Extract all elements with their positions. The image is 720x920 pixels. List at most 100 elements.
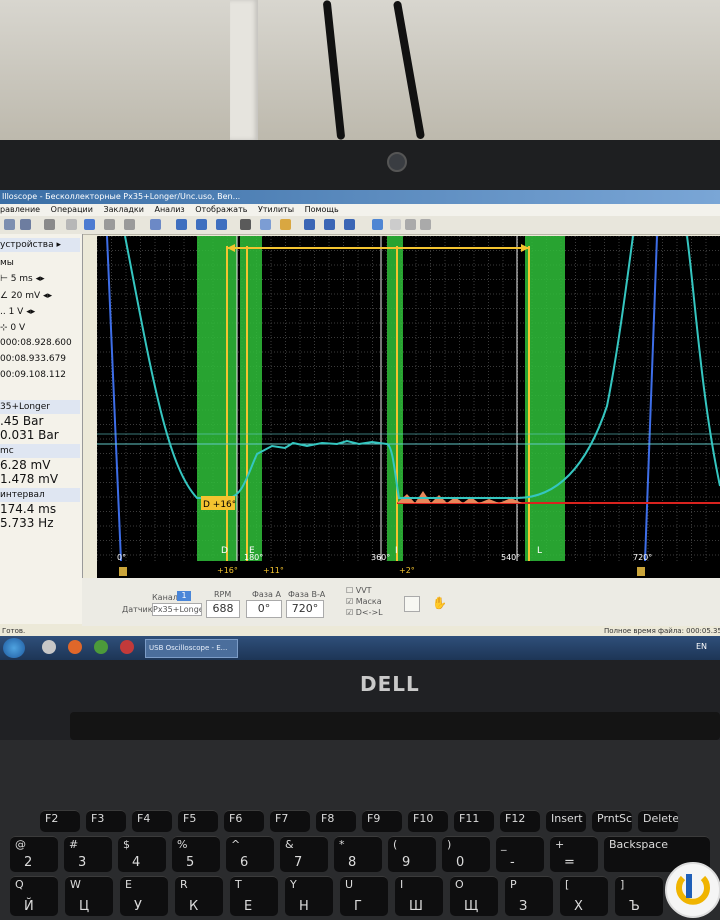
phase-ba-field[interactable]: 720° (286, 600, 324, 618)
checkbox-vvt[interactable]: ☐ VVT (346, 586, 372, 595)
key-q[interactable]: QЙ (10, 876, 58, 916)
key-delete[interactable]: Delete (638, 810, 678, 832)
checkbox-dl[interactable]: ☑ D<->L (346, 608, 383, 617)
menu-item-bookmarks[interactable]: Закладки (103, 205, 143, 214)
toolbar-step-icon[interactable] (324, 219, 335, 230)
key-f3[interactable]: F3 (86, 810, 126, 832)
menu-item-control[interactable]: равление (0, 205, 40, 214)
toolbar-save-icon[interactable] (20, 219, 31, 230)
menu-item-view[interactable]: Отображать (195, 205, 247, 214)
toolbar-undo-icon[interactable] (104, 219, 115, 230)
menu-item-operations[interactable]: Операции (51, 205, 93, 214)
key-f8[interactable]: F8 (316, 810, 356, 832)
phase-line-720 (644, 235, 658, 562)
key-label: & (285, 838, 294, 851)
toolbar-check-icon[interactable] (176, 219, 187, 230)
explorer-icon[interactable] (42, 640, 56, 654)
key-6[interactable]: ^ 6 (226, 836, 274, 872)
toolbar-close-icon[interactable] (405, 219, 416, 230)
key-3[interactable]: #3 (64, 836, 112, 872)
key-prntscr[interactable]: PrntScr (592, 810, 632, 832)
watermark-logo-icon (676, 874, 710, 905)
key-f2[interactable]: F2 (40, 810, 80, 832)
taskbar-window-oscilloscope[interactable]: USB Oscilloscope - E... (145, 639, 238, 658)
sensor-select[interactable]: Px35+Longer (152, 603, 202, 616)
toolbar-settings-icon[interactable] (420, 219, 431, 230)
toolbar-play-icon[interactable] (304, 219, 315, 230)
menu-item-analysis[interactable]: Анализ (154, 205, 184, 214)
volts-row[interactable]: ∠ 20 mV ◂▸ (0, 289, 80, 303)
toolbar-copy-icon[interactable] (84, 219, 95, 230)
key-t[interactable]: TЕ (230, 876, 278, 916)
phase-label: 540° (501, 553, 520, 562)
key-f4[interactable]: F4 (132, 810, 172, 832)
key-o[interactable]: OЩ (450, 876, 498, 916)
key-5[interactable]: % 5 (172, 836, 220, 872)
volts-row[interactable]: .. 1 V ◂▸ (0, 305, 80, 319)
toolbar-stop-icon[interactable] (344, 219, 355, 230)
key-f10[interactable]: F10 (408, 810, 448, 832)
channel-select[interactable]: 1 (177, 591, 191, 601)
toolbar-check-icon[interactable] (216, 219, 227, 230)
toolbar-redo-icon[interactable] (124, 219, 135, 230)
toolbar-cut-icon[interactable] (66, 219, 77, 230)
key-=[interactable]: + = (550, 836, 598, 872)
key-9[interactable]: (9 (388, 836, 436, 872)
key-0[interactable]: ) 0 (442, 836, 490, 872)
key-w[interactable]: WЦ (65, 876, 113, 916)
key-7[interactable]: & 7 (280, 836, 328, 872)
hand-icon[interactable]: ✋ (432, 596, 447, 610)
toolbar-print-icon[interactable] (44, 219, 55, 230)
menu-item-utilities[interactable]: Утилиты (258, 205, 294, 214)
toolbar-open-icon[interactable] (4, 219, 15, 230)
chrome-icon[interactable] (94, 640, 108, 654)
volts-value: 20 mV (10, 291, 41, 301)
phase-a-field[interactable]: 0° (246, 600, 282, 618)
key-f6[interactable]: F6 (224, 810, 264, 832)
panel-row[interactable]: мы (0, 256, 80, 270)
toolbar-cursor-icon[interactable] (240, 219, 251, 230)
toolbar-check-icon[interactable] (196, 219, 207, 230)
key-y[interactable]: YН (285, 876, 333, 916)
key-f7[interactable]: F7 (270, 810, 310, 832)
mc-header-label: mc (0, 446, 14, 456)
key-i[interactable]: IШ (395, 876, 443, 916)
scroll-marker-icon[interactable] (119, 567, 127, 576)
key-f12[interactable]: F12 (500, 810, 540, 832)
window-title: Illoscope - Бесколлекторные Px35+Longer/… (2, 192, 241, 201)
toolbar-grid-icon[interactable] (372, 219, 383, 230)
key--[interactable]: _ - (496, 836, 544, 872)
scroll-marker-icon[interactable] (637, 567, 645, 576)
sensor-value-text: 0.031 Bar (0, 428, 59, 442)
key-f5[interactable]: F5 (178, 810, 218, 832)
devices-header[interactable]: устройства ▸ (0, 238, 80, 252)
toolbar-window-icon[interactable] (260, 219, 271, 230)
key-8[interactable]: * 8 (334, 836, 382, 872)
settings-button[interactable] (404, 596, 420, 612)
start-button[interactable] (3, 638, 25, 658)
rpm-field[interactable]: 688 (206, 600, 240, 618)
app-icon[interactable] (120, 640, 134, 654)
valve-band-l (525, 236, 565, 561)
toolbar-zoom-icon[interactable] (150, 219, 161, 230)
language-indicator[interactable]: EN (696, 642, 707, 651)
firefox-icon[interactable] (68, 640, 82, 654)
key-4[interactable]: $4 (118, 836, 166, 872)
oscilloscope-display[interactable]: D +16° D E I L 0° 180° 360° 540° 720° (96, 235, 720, 566)
key-insert[interactable]: Insert (546, 810, 586, 832)
key-[[interactable]: [Х (560, 876, 608, 916)
toolbar-folder-icon[interactable] (280, 219, 291, 230)
toolbar-doc-icon[interactable] (390, 219, 401, 230)
key-u[interactable]: UГ (340, 876, 388, 916)
key-r[interactable]: RК (175, 876, 223, 916)
menu-item-help[interactable]: Помощь (305, 205, 339, 214)
timebase-row[interactable]: ⊢ 5 ms ◂▸ (0, 272, 80, 286)
key-e[interactable]: EУ (120, 876, 168, 916)
key-f11[interactable]: F11 (454, 810, 494, 832)
key-f9[interactable]: F9 (362, 810, 402, 832)
checkbox-mask[interactable]: ☑ Маска (346, 597, 382, 606)
offset-row[interactable]: ⊹ 0 V (0, 321, 80, 335)
key-p[interactable]: PЗ (505, 876, 553, 916)
key-2[interactable]: @2 (10, 836, 58, 872)
key-][interactable]: ] Ъ (615, 876, 663, 916)
